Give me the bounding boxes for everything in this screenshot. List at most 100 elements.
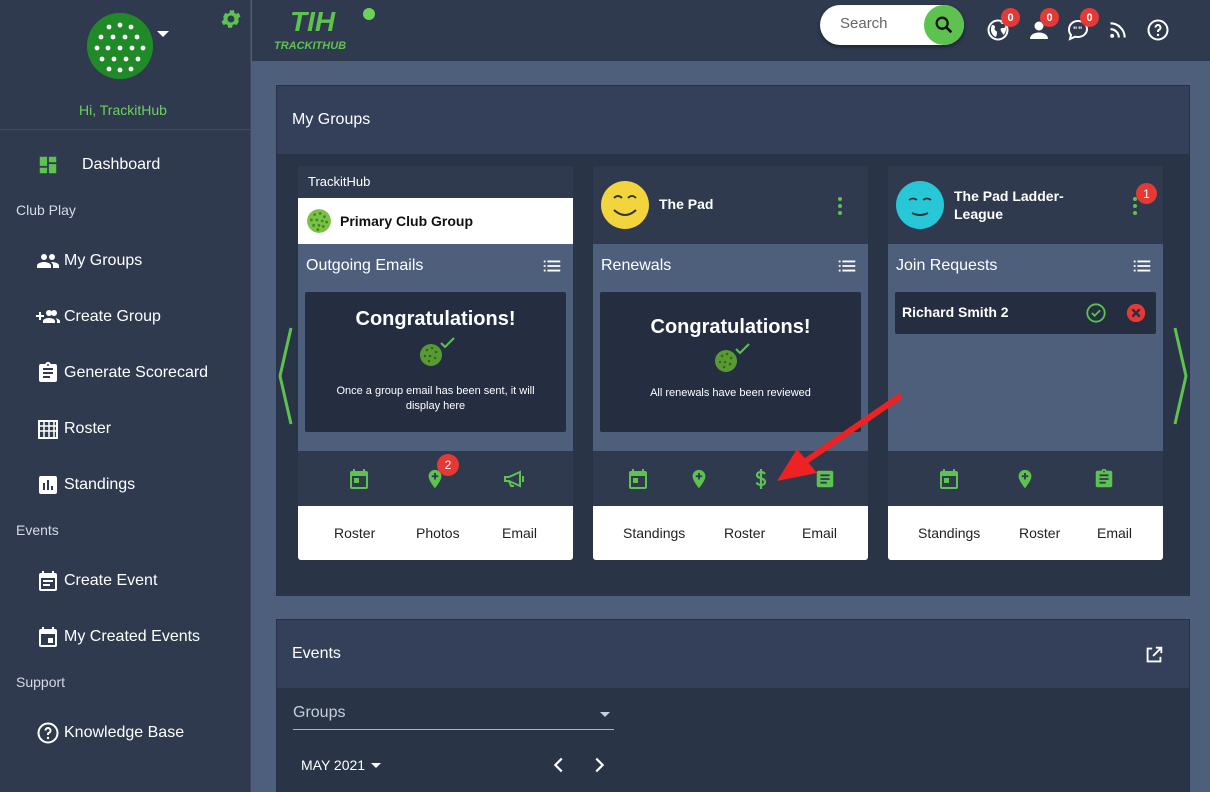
- calendar-icon: [36, 625, 60, 649]
- sidebar-item-knowledge-base[interactable]: Knowledge Base: [36, 718, 184, 748]
- sidebar-item-generate-scorecard[interactable]: Generate Scorecard: [36, 358, 208, 388]
- svg-text:TIH: TIH: [290, 6, 336, 37]
- chat-icon[interactable]: " " 0: [1065, 8, 1099, 43]
- search-input[interactable]: [840, 15, 920, 32]
- more-vert-icon[interactable]: [837, 196, 843, 216]
- event-icon: [36, 569, 60, 593]
- congrats-box: Congratulations! Once a group email has …: [305, 292, 566, 432]
- carousel-next-icon[interactable]: [1173, 326, 1189, 426]
- join-request-row: Richard Smith 2: [895, 292, 1156, 334]
- card-section-header: Outgoing Emails: [298, 244, 573, 288]
- section-events: Events: [16, 522, 59, 538]
- card-header[interactable]: The Pad Ladder-League 1: [888, 166, 1163, 244]
- month-label: MAY 2021: [301, 757, 366, 773]
- sidebar-item-create-group[interactable]: Create Group: [36, 302, 161, 332]
- profile-area: Hi, TrackitHub: [0, 0, 250, 130]
- pickleball-icon: [307, 209, 331, 233]
- sidebar-item-standings[interactable]: Standings: [36, 470, 135, 500]
- chevron-right-icon[interactable]: [588, 754, 610, 776]
- link-email[interactable]: Email: [502, 525, 537, 541]
- panel-title: My Groups: [277, 86, 1189, 154]
- section-title: Join Requests: [896, 257, 998, 274]
- panel-title: Events: [292, 645, 341, 662]
- approve-icon[interactable]: [1085, 302, 1107, 324]
- carousel-prev-icon[interactable]: [277, 326, 293, 426]
- congrats-title: Congratulations!: [355, 308, 516, 330]
- profile-dropdown-icon[interactable]: [157, 31, 169, 37]
- sidebar-item-dashboard[interactable]: Dashboard: [36, 150, 160, 180]
- logo-text: TRACKITHUB: [274, 40, 346, 52]
- globe-icon[interactable]: 0: [985, 8, 1020, 43]
- card-links: Standings Roster Email: [593, 506, 868, 560]
- svg-text:": ": [1078, 25, 1082, 35]
- link-photos[interactable]: Photos: [416, 525, 460, 541]
- dashboard-icon: [36, 153, 60, 177]
- pickleball-check-icon: [419, 337, 455, 366]
- group-icon: [36, 249, 60, 273]
- card-title: The Pad: [659, 196, 714, 212]
- sidebar-item-my-created-events[interactable]: My Created Events: [36, 622, 200, 652]
- sidebar-item-create-event[interactable]: Create Event: [36, 566, 157, 596]
- groups-select[interactable]: Groups: [293, 704, 614, 730]
- logo[interactable]: TIH TRACKITHUB: [272, 3, 382, 53]
- search-button[interactable]: [924, 5, 964, 45]
- pickleball-check-icon: [714, 343, 750, 372]
- link-email[interactable]: Email: [1097, 525, 1132, 541]
- sidebar-item-label: My Created Events: [64, 628, 201, 645]
- calendar-icon[interactable]: [936, 466, 962, 492]
- calendar-icon[interactable]: [625, 466, 651, 492]
- avatar[interactable]: [87, 13, 153, 79]
- link-roster[interactable]: Roster: [724, 525, 765, 541]
- card-header[interactable]: The Pad: [593, 166, 868, 244]
- section-title: Outgoing Emails: [306, 257, 424, 274]
- sidebar-item-label: Create Group: [64, 308, 161, 325]
- list-icon[interactable]: [1131, 255, 1153, 277]
- help-icon[interactable]: [1145, 17, 1171, 43]
- add-location-icon[interactable]: 2: [422, 454, 459, 492]
- group-card-primary: TrackitHub Primary Club Group Outgoing E…: [298, 166, 573, 560]
- sidebar-item-label: Roster: [64, 420, 112, 437]
- events-panel: Events Groups MAY 2021: [276, 619, 1190, 792]
- add-group-icon: [36, 305, 60, 329]
- open-external-icon[interactable]: [1143, 644, 1165, 666]
- select-label: Groups: [293, 704, 346, 721]
- link-standings[interactable]: Standings: [918, 525, 980, 541]
- roster-icon: [36, 417, 60, 441]
- sidebar-item-label: Dashboard: [82, 156, 161, 173]
- congrats-title: Congratulations!: [650, 316, 811, 338]
- add-location-icon[interactable]: [686, 466, 712, 492]
- photos-badge: 2: [437, 454, 459, 476]
- card-links: Standings Roster Email: [888, 506, 1163, 560]
- sidebar-item-roster[interactable]: Roster: [36, 414, 111, 444]
- chevron-left-icon[interactable]: [548, 754, 570, 776]
- clipboard-icon[interactable]: [1091, 466, 1117, 492]
- reject-icon[interactable]: [1125, 302, 1147, 324]
- link-standings[interactable]: Standings: [623, 525, 685, 541]
- chat-badge: 0: [1080, 8, 1099, 27]
- add-location-icon[interactable]: [1012, 466, 1038, 492]
- rss-icon[interactable]: [1105, 17, 1131, 43]
- sidebar-item-label: Knowledge Base: [64, 724, 185, 741]
- annotation-arrow: [777, 394, 902, 481]
- link-email[interactable]: Email: [802, 525, 837, 541]
- list-icon[interactable]: [541, 255, 563, 277]
- month-picker[interactable]: MAY 2021: [301, 757, 382, 773]
- megaphone-icon[interactable]: [501, 466, 527, 492]
- events-header: Events: [277, 620, 1189, 688]
- group-card-the-pad: The Pad Renewals Congratulations! All re…: [593, 166, 868, 560]
- list-icon[interactable]: [836, 255, 858, 277]
- globe-badge: 0: [1001, 8, 1020, 27]
- sidebar-item-label: My Groups: [64, 252, 143, 269]
- link-roster[interactable]: Roster: [334, 525, 375, 541]
- card-actions: [888, 451, 1163, 506]
- sidebar-item-my-groups[interactable]: My Groups: [36, 246, 142, 276]
- card-title: Primary Club Group: [340, 213, 474, 229]
- link-roster[interactable]: Roster: [1019, 525, 1060, 541]
- gear-icon[interactable]: [219, 7, 243, 31]
- request-name: Richard Smith 2: [902, 304, 1009, 320]
- user-icon[interactable]: 0: [1026, 8, 1059, 43]
- card-title-row[interactable]: Primary Club Group: [298, 198, 573, 244]
- calendar-icon[interactable]: [346, 466, 372, 492]
- clipboard-icon: [36, 361, 60, 385]
- sidebar-item-label: Standings: [64, 476, 136, 493]
